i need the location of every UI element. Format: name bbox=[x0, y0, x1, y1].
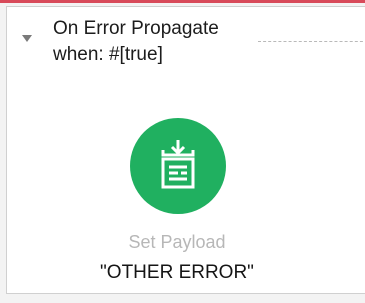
set-payload-icon bbox=[161, 140, 195, 189]
set-payload-component[interactable]: Set Payload "OTHER ERROR" bbox=[0, 118, 365, 298]
error-scope-top-border bbox=[0, 0, 365, 3]
scope-title: On Error Propagate bbox=[53, 18, 219, 39]
collapse-triangle-icon[interactable] bbox=[22, 35, 32, 42]
component-value: "OTHER ERROR" bbox=[100, 262, 254, 283]
canvas: On Error Propagate when: #[true] Set Pay… bbox=[0, 0, 365, 303]
scope-condition: when: #[true] bbox=[53, 44, 163, 65]
scope-header-divider bbox=[258, 41, 365, 42]
component-icon-circle[interactable] bbox=[130, 118, 226, 214]
component-name: Set Payload bbox=[128, 232, 226, 252]
